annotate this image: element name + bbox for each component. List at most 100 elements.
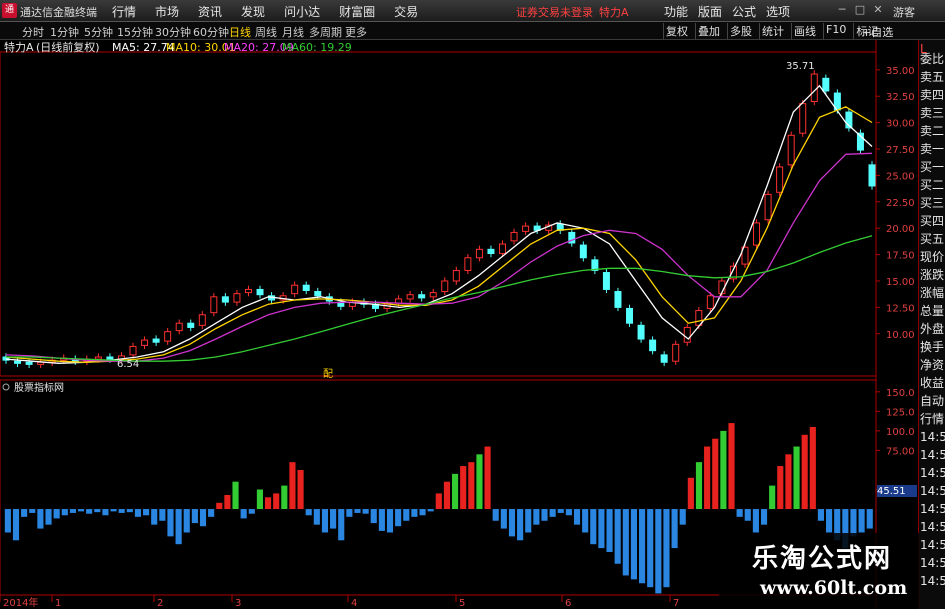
candle-body — [764, 193, 772, 221]
menu-item-formula[interactable]: 公式 — [732, 3, 756, 20]
indicator-bar — [53, 509, 60, 519]
indicator-bar — [736, 509, 743, 517]
candle-body — [452, 269, 460, 282]
side-panel-item[interactable]: 14:50 — [920, 556, 945, 571]
indicator-bar — [573, 509, 581, 525]
candle-body — [210, 296, 218, 314]
minimize-icon[interactable]: ─ — [835, 3, 849, 17]
indicator-bar — [630, 509, 638, 580]
side-panel-item[interactable]: 14:50 — [920, 448, 945, 463]
app-title: 通达信金融终端 — [20, 6, 97, 19]
side-panel-item[interactable]: 涨跌 — [920, 268, 945, 283]
maximize-icon[interactable]: □ — [853, 3, 867, 17]
price-tick-label: 15.00 — [886, 277, 915, 288]
side-panel-item[interactable]: 行情 — [920, 412, 945, 427]
tool-f10[interactable]: F10 — [823, 23, 848, 39]
price-tick-label: 20.00 — [886, 224, 915, 235]
menu-item-discover[interactable]: 发现 — [241, 3, 265, 20]
login-status[interactable]: 证券交易未登录 特力A — [516, 4, 629, 20]
indicator-bar — [21, 509, 28, 517]
tool-adjust[interactable]: 复权 — [663, 23, 690, 39]
menu-item-quotes[interactable]: 行情 — [112, 3, 136, 20]
period-daily[interactable]: 日线 — [229, 24, 251, 40]
indicator-bar — [37, 509, 44, 529]
indicator-bar — [866, 509, 873, 529]
price-tick-label: 17.50 — [886, 251, 915, 262]
candle-body — [868, 164, 876, 187]
period-5min[interactable]: 5分钟 — [84, 24, 113, 40]
menu-item-function[interactable]: 功能 — [664, 3, 688, 20]
price-tick-label: 12.50 — [886, 303, 915, 314]
side-panel-item[interactable]: 涨幅 — [920, 286, 945, 301]
side-panel-item[interactable]: 换手 — [920, 340, 945, 355]
side-panel-item[interactable]: 卖二 — [920, 124, 945, 139]
chart-svg[interactable]: 35.00 32.50 30.00 27.50 25.00 22.50 20.00 17.50… — [0, 40, 945, 609]
side-panel-item[interactable]: 买四 — [920, 214, 945, 229]
main-stock-label: 特力A — [4, 40, 34, 54]
side-panel-item[interactable]: 收益 — [920, 376, 945, 391]
period-more[interactable]: 更多 — [345, 24, 367, 40]
menu-item-market[interactable]: 市场 — [155, 3, 179, 20]
side-panel-item[interactable]: 净资 — [920, 358, 945, 373]
side-panel-item[interactable]: 卖四 — [920, 88, 945, 103]
tool-statistics[interactable]: 统计 — [759, 23, 786, 39]
side-panel-item[interactable]: 14:50 — [920, 520, 945, 535]
chart-area[interactable]: 35.00 32.50 30.00 27.50 25.00 22.50 20.00 17.50… — [0, 40, 945, 609]
indicator-bar — [143, 509, 150, 516]
side-panel-item[interactable]: 外盘 — [920, 322, 945, 337]
indicator-bar — [647, 509, 654, 588]
menu-item-layout[interactable]: 版面 — [698, 3, 722, 20]
close-icon[interactable]: ✕ — [871, 3, 885, 17]
guest-label[interactable]: 游客 — [893, 4, 915, 20]
menu-item-ask[interactable]: 问小达 — [284, 3, 320, 20]
side-panel-item[interactable]: 自动 — [920, 394, 945, 409]
side-panel-item[interactable]: 总量 — [920, 304, 945, 319]
menu-item-trade[interactable]: 交易 — [394, 3, 418, 20]
indicator-bar — [484, 446, 491, 510]
period-1min[interactable]: 1分钟 — [50, 24, 79, 40]
period-30min[interactable]: 30分钟 — [155, 24, 191, 40]
period-intraday[interactable]: 分时 — [22, 24, 44, 40]
side-panel-item[interactable]: 卖一 — [920, 142, 945, 157]
indicator-tick-label: 75.00 — [886, 446, 915, 457]
period-15min[interactable]: 15分钟 — [117, 24, 153, 40]
indicator-bar — [777, 466, 784, 510]
time-tick-label: 6 — [565, 598, 571, 609]
indicator-bar — [216, 502, 223, 510]
indicator-bar — [598, 509, 605, 549]
side-panel-item[interactable]: 买三 — [920, 196, 945, 211]
candle-body — [810, 73, 818, 103]
period-60min[interactable]: 60分钟 — [193, 24, 229, 40]
side-panel-item[interactable]: 14:50 — [920, 502, 945, 517]
side-panel-item[interactable]: 买一 — [920, 160, 945, 175]
side-panel-item[interactable]: 买五 — [920, 232, 945, 247]
price-tick-label: 27.50 — [886, 145, 915, 156]
period-weekly[interactable]: 周线 — [255, 24, 277, 40]
side-panel-item[interactable]: 卖三 — [920, 106, 945, 121]
side-panel-item[interactable]: 委比 — [920, 52, 945, 67]
menu-item-news[interactable]: 资讯 — [198, 3, 222, 20]
tool-draw-line[interactable]: 画线 — [791, 23, 818, 39]
indicator-bar — [264, 497, 272, 510]
side-panel-item[interactable]: 现价 — [920, 250, 945, 265]
candle-body — [94, 356, 102, 360]
add-watchlist-button[interactable]: +自选 — [862, 24, 893, 40]
side-panel-item[interactable]: 14:50 — [920, 574, 945, 589]
candle-body — [626, 307, 634, 324]
side-panel-item[interactable]: 卖五 — [920, 70, 945, 85]
side-panel-item[interactable]: 买二 — [920, 178, 945, 193]
period-monthly[interactable]: 月线 — [282, 24, 304, 40]
side-panel-item[interactable]: 14:50 — [920, 466, 945, 481]
period-multi[interactable]: 多周期 — [309, 24, 342, 40]
menu-item-wealth[interactable]: 财富圈 — [339, 3, 375, 20]
indicator-tick-label: 150.0 — [886, 388, 915, 399]
side-panel-item[interactable]: 14:50 — [920, 538, 945, 553]
tool-multi-stock[interactable]: 多股 — [727, 23, 754, 39]
menu-item-options[interactable]: 选项 — [766, 3, 790, 20]
time-tick-label: 4 — [351, 598, 357, 609]
side-panel-item[interactable]: 14:50 — [920, 484, 945, 499]
indicator-bar — [525, 509, 532, 533]
indicator-bar — [370, 509, 377, 524]
side-panel-item[interactable]: 14:50 — [920, 430, 945, 445]
tool-overlay[interactable]: 叠加 — [695, 23, 722, 39]
